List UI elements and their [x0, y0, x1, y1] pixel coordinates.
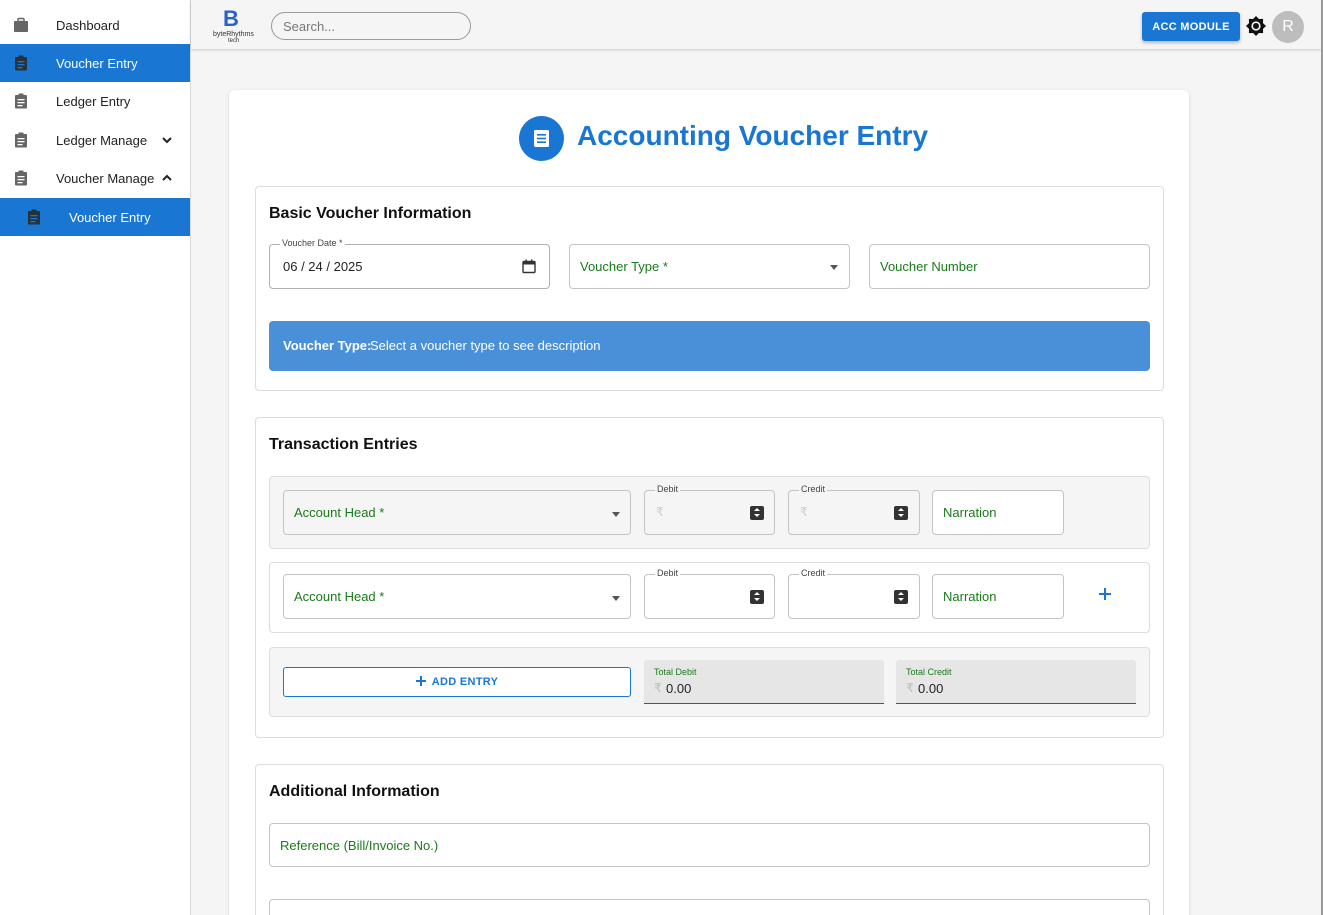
calendar-icon[interactable]: [522, 259, 536, 274]
sidebar-item-ledger-entry[interactable]: Ledger Entry: [0, 82, 190, 120]
entry-row: Account Head * Debit Credit Narration: [269, 562, 1150, 633]
sidebar: Dashboard Voucher Entry Ledger Entry Led…: [0, 0, 191, 915]
add-entry-label: ADD ENTRY: [431, 676, 499, 688]
voucher-number-placeholder: Voucher Number: [880, 259, 978, 274]
account-head-placeholder: Account Head *: [294, 505, 385, 520]
field-label: Credit: [799, 484, 828, 494]
sidebar-item-label: Ledger Entry: [56, 94, 131, 109]
voucher-type-info-banner: Voucher Type: Select a voucher type to s…: [269, 321, 1150, 371]
reference-placeholder: Reference (Bill/Invoice No.): [280, 838, 439, 853]
caret-down-icon: [612, 596, 620, 601]
sidebar-item-label: Dashboard: [56, 18, 120, 33]
voucher-form-card: Accounting Voucher Entry Basic Voucher I…: [229, 90, 1189, 915]
add-row-plus-icon[interactable]: [1098, 587, 1112, 601]
entry-row: Account Head * Debit ₹ Credit ₹ Narratio…: [269, 476, 1150, 549]
transaction-entries-section: Transaction Entries Account Head * Debit…: [255, 417, 1164, 738]
clipboard-icon: [15, 93, 27, 109]
chevron-down-icon: [162, 137, 172, 144]
account-head-select[interactable]: Account Head *: [283, 490, 631, 535]
add-entry-button[interactable]: ADD ENTRY: [283, 667, 631, 697]
sidebar-item-dashboard[interactable]: Dashboard: [0, 6, 190, 44]
debit-input[interactable]: Debit: [644, 568, 775, 619]
total-debit-field: Total Debit ₹ 0.00: [644, 660, 884, 704]
caret-down-icon: [612, 512, 620, 517]
basic-info-section: Basic Voucher Information Voucher Date *…: [255, 186, 1164, 391]
sidebar-item-label: Ledger Manage: [56, 133, 148, 148]
narration-input[interactable]: Narration: [932, 490, 1064, 535]
sidebar-subitem-voucher-entry[interactable]: Voucher Entry: [0, 198, 190, 236]
plus-icon: [415, 676, 426, 686]
voucher-type-placeholder: Voucher Type *: [580, 259, 668, 274]
sidebar-item-label: Voucher Manage: [56, 171, 155, 186]
total-credit-field: Total Credit ₹ 0.00: [896, 660, 1136, 704]
clipboard-icon: [28, 209, 40, 225]
field-label: Credit: [799, 568, 828, 578]
info-banner-label: Voucher Type:: [283, 338, 372, 353]
narration-placeholder: Narration: [943, 589, 997, 604]
currency-symbol: ₹: [654, 681, 662, 695]
sidebar-item-voucher-manage[interactable]: Voucher Manage: [0, 159, 190, 197]
sidebar-item-label: Voucher Entry: [69, 210, 151, 225]
currency-symbol: ₹: [800, 505, 808, 519]
currency-symbol: ₹: [906, 681, 914, 695]
logo-text: byteRhythms: [213, 31, 254, 38]
totals-row: ADD ENTRY Total Debit ₹ 0.00 Total Credi…: [269, 647, 1150, 717]
logo-subtext: tech: [228, 38, 240, 44]
total-credit-label: Total Credit: [906, 667, 952, 677]
field-label: Debit: [655, 568, 681, 578]
notes-field[interactable]: [269, 899, 1150, 915]
narration-placeholder: Narration: [943, 505, 997, 520]
acc-module-button[interactable]: ACC MODULE: [1142, 12, 1240, 41]
total-debit-value: 0.00: [666, 681, 692, 696]
avatar[interactable]: R: [1272, 11, 1304, 43]
account-head-select[interactable]: Account Head *: [283, 574, 631, 619]
receipt-icon: [534, 130, 549, 147]
sidebar-item-voucher-entry[interactable]: Voucher Entry: [0, 44, 190, 82]
clipboard-icon: [15, 170, 27, 186]
voucher-date-value: 06 / 24 / 2025: [283, 259, 363, 274]
page-title: Accounting Voucher Entry: [577, 120, 929, 151]
narration-input[interactable]: Narration: [932, 574, 1064, 619]
clipboard-icon: [15, 55, 27, 71]
field-label: Debit: [655, 484, 681, 494]
briefcase-icon: [14, 17, 28, 32]
section-heading: Transaction Entries: [269, 436, 418, 453]
search-input[interactable]: [271, 12, 471, 40]
sidebar-item-ledger-manage[interactable]: Ledger Manage: [0, 121, 190, 159]
voucher-type-select[interactable]: Voucher Type *: [569, 244, 850, 289]
credit-input[interactable]: Credit: [788, 568, 920, 619]
total-credit-value: 0.00: [918, 681, 944, 696]
account-head-placeholder: Account Head *: [294, 589, 385, 604]
brightness-icon[interactable]: [1246, 16, 1266, 36]
caret-down-icon: [830, 265, 838, 270]
logo-letter: B: [223, 6, 239, 31]
info-banner-text: Select a voucher type to see description: [370, 338, 601, 353]
title-icon-badge: [519, 116, 564, 161]
stepper-icon[interactable]: [750, 506, 764, 520]
field-label: Voucher Date *: [280, 238, 345, 248]
credit-input[interactable]: Credit ₹: [788, 484, 920, 535]
top-bar: B byteRhythms tech ACC MODULE R: [191, 0, 1322, 49]
section-heading: Additional Information: [269, 783, 440, 800]
additional-info-section: Additional Information Reference (Bill/I…: [255, 764, 1164, 915]
clipboard-icon: [15, 132, 27, 148]
voucher-number-field[interactable]: Voucher Number: [869, 244, 1150, 289]
voucher-date-field[interactable]: Voucher Date * 06 / 24 / 2025: [269, 238, 550, 289]
stepper-icon[interactable]: [750, 590, 764, 604]
logo[interactable]: B byteRhythms tech: [213, 6, 257, 44]
stepper-icon[interactable]: [894, 590, 908, 604]
chevron-up-icon: [162, 174, 172, 181]
currency-symbol: ₹: [656, 505, 664, 519]
sidebar-item-label: Voucher Entry: [56, 56, 138, 71]
total-debit-label: Total Debit: [654, 667, 697, 677]
debit-input[interactable]: Debit ₹: [644, 484, 775, 535]
section-heading: Basic Voucher Information: [269, 205, 472, 222]
reference-input[interactable]: Reference (Bill/Invoice No.): [269, 823, 1150, 867]
stepper-icon[interactable]: [894, 506, 908, 520]
